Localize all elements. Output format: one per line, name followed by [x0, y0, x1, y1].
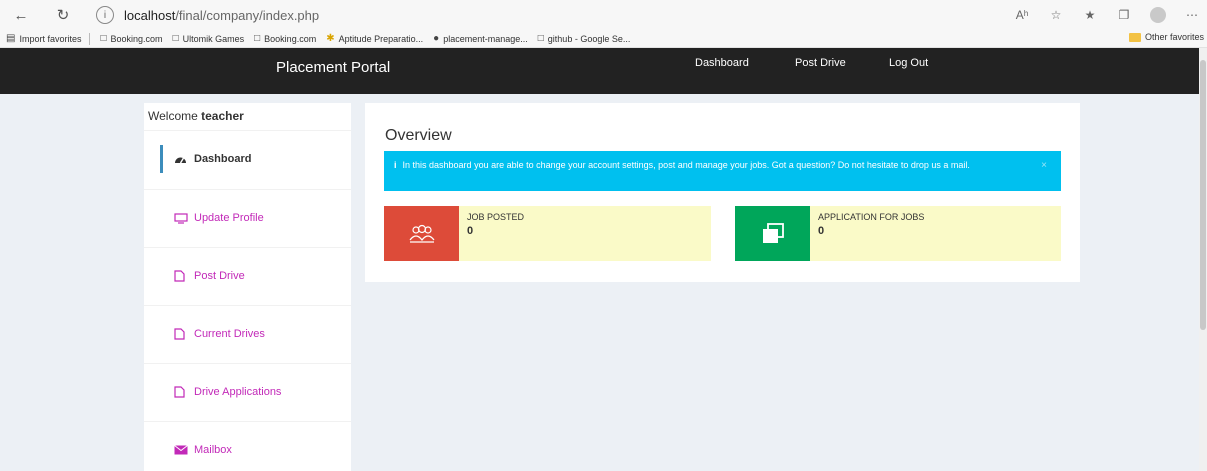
info-icon[interactable]: i — [96, 6, 114, 24]
sidebar-item-update-profile[interactable]: Update Profile — [144, 189, 351, 246]
page-icon: □ — [100, 33, 107, 44]
top-navbar: Placement Portal Dashboard Post Drive Lo… — [0, 48, 1199, 94]
favorite-import[interactable]: ▤ Import favorites — [6, 33, 81, 44]
username: teacher — [201, 109, 244, 123]
nav-post-drive[interactable]: Post Drive — [795, 57, 846, 69]
overview-panel: Overview i In this dashboard you are able… — [365, 103, 1080, 282]
github-icon: ● — [433, 33, 440, 44]
close-icon[interactable]: × — [1041, 159, 1047, 172]
sidebar-item-label: Drive Applications — [194, 386, 282, 398]
stat-value: 0 — [467, 225, 474, 237]
document-icon — [174, 270, 188, 282]
sidebar-item-mailbox[interactable]: Mailbox — [144, 421, 351, 471]
stat-value: 0 — [818, 225, 825, 237]
sidebar-item-label: Post Drive — [194, 270, 245, 282]
browser-tools: Aʰ ☆ ★ ❐ ⋯ — [1011, 4, 1203, 26]
sidebar-item-dashboard[interactable]: Dashboard — [144, 130, 351, 187]
stat-applications: APPLICATION FOR JOBS 0 — [735, 206, 1061, 261]
alert-text: In this dashboard you are able to change… — [402, 160, 970, 170]
collections-icon[interactable]: ❐ — [1113, 4, 1135, 26]
welcome-text: Welcome teacher — [148, 109, 244, 123]
profile-icon[interactable] — [1147, 4, 1169, 26]
sidebar-item-label: Current Drives — [194, 328, 265, 340]
sidebar-item-label: Update Profile — [194, 212, 264, 224]
info-icon: i — [394, 160, 397, 170]
browser-toolbar: ← ↻ i localhost/final/company/index.php … — [0, 0, 1207, 30]
page-icon: □ — [172, 33, 179, 44]
info-alert: i In this dashboard you are able to chang… — [384, 151, 1061, 191]
sidebar-item-drive-applications[interactable]: Drive Applications — [144, 363, 351, 420]
read-aloud-icon[interactable]: Aʰ — [1011, 4, 1033, 26]
sidebar-item-label: Dashboard — [194, 153, 252, 165]
favorites-bar: ▤ Import favorites □ Booking.com □ Ultomik … — [0, 30, 1207, 48]
document-icon — [174, 328, 188, 340]
page-icon: □ — [254, 33, 261, 44]
import-icon: ▤ — [6, 33, 16, 44]
refresh-icon[interactable]: ↻ — [52, 4, 74, 26]
folder-icon — [1128, 32, 1141, 42]
star-icon: ✱ — [326, 33, 335, 44]
monitor-icon — [174, 212, 188, 224]
copy-icon — [735, 206, 810, 261]
nav-logout[interactable]: Log Out — [889, 57, 928, 69]
url-text[interactable]: localhost/final/company/index.php — [124, 8, 319, 23]
favorites-divider — [89, 32, 91, 45]
active-indicator — [160, 145, 163, 173]
favorite-aptitude[interactable]: ✱ Aptitude Preparatio... — [326, 33, 423, 44]
envelope-icon — [174, 445, 188, 455]
stat-label: APPLICATION FOR JOBS — [818, 212, 925, 222]
favorite-github-search[interactable]: □ github - Google Se... — [538, 33, 631, 44]
favorite-ultomik[interactable]: □ Ultomik Games — [173, 33, 245, 44]
address-bar[interactable]: i localhost/final/company/index.php — [96, 4, 996, 26]
add-favorite-icon[interactable]: ☆ — [1045, 4, 1067, 26]
sidebar: Welcome teacher Dashboard Update Profile… — [144, 103, 351, 471]
sidebar-item-current-drives[interactable]: Current Drives — [144, 305, 351, 362]
favorite-booking[interactable]: □ Booking.com — [100, 33, 162, 44]
nav-dashboard[interactable]: Dashboard — [695, 57, 749, 69]
scroll-thumb[interactable] — [1200, 60, 1206, 330]
more-icon[interactable]: ⋯ — [1181, 4, 1203, 26]
back-icon[interactable]: ← — [10, 4, 32, 26]
stat-label: JOB POSTED — [467, 212, 525, 222]
dashboard-icon — [174, 154, 188, 165]
sidebar-item-label: Mailbox — [194, 444, 232, 456]
page-title: Overview — [385, 127, 452, 144]
favorite-booking-2[interactable]: □ Booking.com — [254, 33, 316, 44]
favorites-icon[interactable]: ★ — [1079, 4, 1101, 26]
brand-title[interactable]: Placement Portal — [276, 59, 390, 76]
users-icon — [384, 206, 459, 261]
favorite-placement[interactable]: ● placement-manage... — [433, 33, 528, 44]
page-scrollbar[interactable] — [1199, 48, 1207, 471]
page-icon: □ — [537, 33, 544, 44]
stat-job-posted: JOB POSTED 0 — [384, 206, 711, 261]
document-icon — [174, 386, 188, 398]
other-favorites[interactable]: Other favorites — [1128, 32, 1204, 42]
sidebar-item-post-drive[interactable]: Post Drive — [144, 247, 351, 304]
